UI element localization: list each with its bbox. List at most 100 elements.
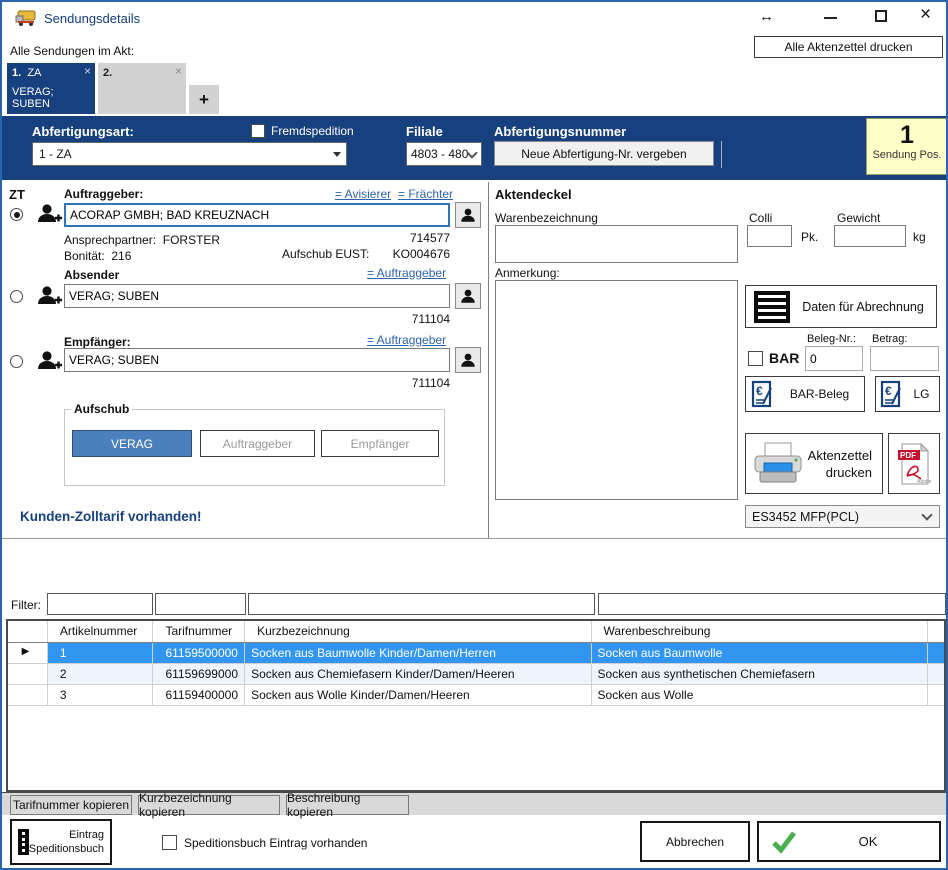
abfertigungsart-label: Abfertigungsart:	[32, 124, 134, 139]
bar-beleg-label: BAR-Beleg	[775, 387, 864, 401]
close-button[interactable]: ×	[920, 5, 931, 24]
filiale-select[interactable]: 4803 - 480	[406, 142, 482, 166]
sendung-pos-badge: 1 Sendung Pos.	[866, 118, 948, 175]
aufschub-auftraggeber-button[interactable]: Auftraggeber	[200, 430, 315, 457]
eintrag-speditionsbuch-button[interactable]: EintragSpeditionsbuch	[10, 819, 112, 865]
filter-artikelnummer-input[interactable]	[47, 593, 153, 615]
anmerkung-label: Anmerkung:	[495, 266, 560, 280]
warenbezeichnung-textarea[interactable]	[495, 225, 738, 263]
panel-bottom-border	[2, 538, 946, 539]
abbrechen-button[interactable]: Abbrechen	[640, 821, 750, 862]
absender-label: Absender	[64, 268, 119, 282]
avisierer-link[interactable]: = Avisierer	[335, 187, 391, 201]
minimize-button[interactable]	[824, 17, 837, 19]
person-add-icon[interactable]	[36, 348, 62, 374]
anmerkung-textarea[interactable]	[495, 280, 738, 500]
aufschub-legend: Aufschub	[71, 402, 132, 416]
betrag-label: Betrag:	[872, 333, 907, 345]
bar-checkbox[interactable]	[748, 351, 763, 366]
auftraggeber-number: 714577	[64, 231, 450, 245]
fremdspedition-label: Fremdspedition	[271, 124, 354, 138]
aktendeckel-title: Aktendeckel	[495, 187, 572, 202]
resize-icon[interactable]: ↔	[759, 8, 774, 25]
gewicht-input[interactable]	[834, 225, 906, 247]
add-shipment-tab-button[interactable]: +	[189, 85, 219, 114]
empfaenger-radio[interactable]	[10, 355, 23, 368]
filter-label: Filter:	[11, 598, 41, 612]
col-header-kurzbezeichnung[interactable]: Kurzbezeichnung	[245, 621, 591, 642]
articles-table: Artikelnummer Tarifnummer Kurzbezeichnun…	[6, 619, 946, 792]
col-header-warenbeschreibung[interactable]: Warenbeschreibung	[592, 621, 928, 642]
ok-button[interactable]: OK	[757, 821, 941, 862]
copy-beschreibung-button[interactable]: Beschreibung kopieren	[286, 795, 409, 815]
person-add-icon[interactable]	[36, 201, 62, 227]
neue-abfertigungsnummer-button[interactable]: Neue Abfertigung-Nr. vergeben	[494, 141, 714, 166]
table-header-row: Artikelnummer Tarifnummer Kurzbezeichnun…	[8, 621, 944, 643]
speditionsbuch-checkbox[interactable]	[162, 835, 177, 850]
aufschub-verag-button[interactable]: VERAG	[72, 430, 192, 457]
auftraggeber-radio[interactable]	[10, 208, 23, 221]
kunden-zolltarif-notice: Kunden-Zolltarif vorhanden!	[20, 509, 202, 524]
empfaenger-label: Empfänger:	[64, 335, 131, 349]
fremdspedition-checkbox[interactable]	[251, 124, 265, 138]
list-icon	[18, 829, 29, 855]
tab1-close-icon[interactable]: ×	[84, 64, 91, 78]
person-icon	[459, 206, 477, 224]
empfaenger-contact-button[interactable]	[455, 347, 481, 373]
filiale-label: Filiale	[406, 124, 443, 139]
tab1-type: ZA	[27, 67, 41, 79]
zt-label: ZT	[9, 187, 25, 202]
check-icon	[771, 830, 797, 854]
fraechter-link[interactable]: = Frächter	[398, 187, 453, 201]
absender-auftraggeber-link[interactable]: = Auftraggeber	[367, 266, 446, 280]
copy-tarifnummer-button[interactable]: Tarifnummer kopieren	[10, 795, 132, 815]
empfaenger-number: 711104	[64, 376, 450, 390]
absender-radio[interactable]	[10, 290, 23, 303]
svg-text:€: €	[885, 384, 892, 398]
tab-shipment-2[interactable]: 2. ×	[98, 63, 186, 114]
table-row[interactable]: 3 61159400000 Socken aus Wolle Kinder/Da…	[8, 685, 944, 706]
speditionsbuch-checkbox-label: Speditionsbuch Eintrag vorhanden	[184, 836, 367, 850]
empfaenger-auftraggeber-link[interactable]: = Auftraggeber	[367, 333, 446, 347]
copy-kurzbezeichnung-button[interactable]: Kurzbezeichnung kopieren	[138, 795, 280, 815]
maximize-button[interactable]	[875, 10, 887, 22]
beleg-nr-input[interactable]	[805, 346, 863, 371]
lg-button[interactable]: € LG	[875, 376, 940, 412]
list-icon	[754, 291, 790, 323]
euro-receipt-icon: €	[880, 380, 904, 408]
auftraggeber-contact-button[interactable]	[455, 202, 481, 228]
betrag-input[interactable]	[870, 346, 939, 371]
col-header-tarifnummer[interactable]: Tarifnummer	[153, 621, 245, 642]
empfaenger-input[interactable]	[64, 348, 450, 372]
pdf-button[interactable]: PDF Adobe	[888, 433, 940, 494]
ok-label: OK	[797, 834, 939, 849]
svg-text:PDF: PDF	[900, 451, 916, 460]
abfertigungsart-select[interactable]: 1 - ZA	[32, 142, 347, 166]
pdf-icon: PDF Adobe	[897, 442, 931, 486]
absender-input[interactable]	[64, 284, 450, 308]
chevron-down-icon	[466, 147, 477, 158]
colli-input[interactable]	[747, 225, 792, 247]
window-title: Sendungsdetails	[44, 11, 140, 26]
aufschub-group: Aufschub VERAG Auftraggeber Empfänger	[64, 402, 445, 486]
filter-tarifnummer-input[interactable]	[155, 593, 246, 615]
table-row[interactable]: 2 61159699000 Socken aus Chemiefasern Ki…	[8, 664, 944, 685]
person-add-icon[interactable]	[36, 283, 62, 309]
printer-select[interactable]: ES3452 MFP(PCL)	[745, 505, 940, 528]
sendung-pos-value: 1	[867, 121, 947, 149]
filter-kurzbezeichnung-input[interactable]	[248, 593, 595, 615]
print-all-aktenzettel-button[interactable]: Alle Aktenzettel drucken	[754, 36, 943, 58]
gewicht-label: Gewicht	[837, 211, 880, 225]
aufschub-empfaenger-button[interactable]: Empfänger	[321, 430, 439, 457]
col-header-artikelnummer[interactable]: Artikelnummer	[48, 621, 154, 642]
bar-beleg-button[interactable]: € BAR-Beleg	[745, 376, 865, 412]
tab-shipment-1[interactable]: 1. ZA VERAG; SUBEN ×	[7, 63, 95, 114]
daten-fuer-abrechnung-button[interactable]: Daten für Abrechnung	[745, 285, 937, 328]
filter-warenbeschreibung-input[interactable]	[598, 593, 946, 615]
bar-label: BAR	[769, 350, 799, 366]
tab2-close-icon[interactable]: ×	[175, 64, 182, 78]
table-row[interactable]: ▶ 1 61159500000 Socken aus Baumwolle Kin…	[8, 643, 944, 664]
auftraggeber-input[interactable]	[64, 203, 450, 227]
absender-contact-button[interactable]	[455, 283, 481, 309]
aktenzettel-drucken-button[interactable]: Aktenzetteldrucken	[745, 433, 883, 494]
